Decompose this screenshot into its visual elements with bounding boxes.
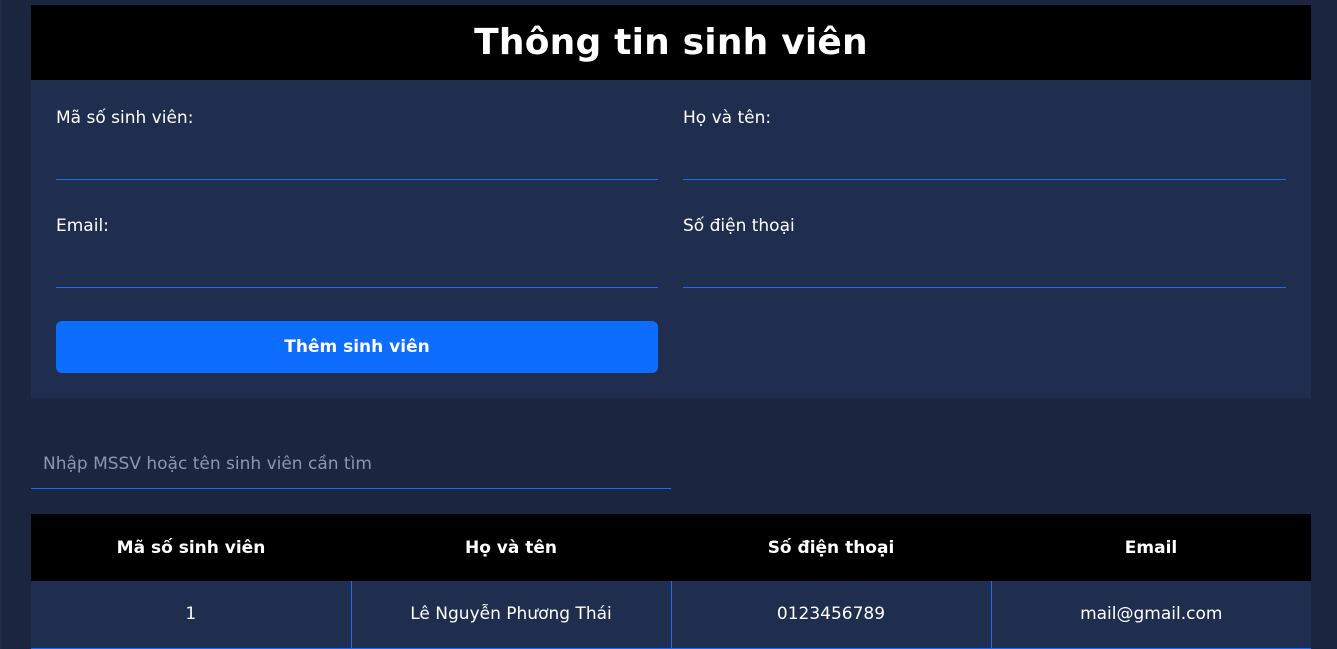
cell-student-id: 1 — [31, 581, 351, 649]
cell-full-name: Lê Nguyễn Phương Thái — [350, 581, 671, 649]
student-id-label: Mã số sinh viên: — [56, 108, 194, 128]
cell-email: mail@gmail.com — [990, 581, 1311, 649]
full-name-label: Họ và tên: — [683, 108, 772, 128]
student-form: Mã số sinh viên: Họ và tên: Email: Số đi… — [31, 80, 1311, 398]
phone-field: Số điện thoại — [683, 216, 1286, 288]
table-row[interactable]: 1 Lê Nguyễn Phương Thái 0123456789 mail@… — [31, 581, 1311, 649]
full-name-field: Họ và tên: — [683, 108, 1286, 180]
search-input[interactable] — [31, 440, 671, 489]
cell-phone: 0123456789 — [670, 581, 991, 649]
student-table: Mã số sinh viên Họ và tên Số điện thoại … — [31, 514, 1311, 649]
page-title: Thông tin sinh viên — [474, 22, 868, 63]
student-id-input[interactable] — [56, 140, 658, 180]
column-header-student-id: Mã số sinh viên — [116, 537, 266, 558]
phone-input[interactable] — [683, 248, 1286, 288]
student-id-field: Mã số sinh viên: — [56, 108, 658, 180]
email-label: Email: — [56, 216, 109, 236]
email-field: Email: — [56, 216, 658, 288]
add-student-button[interactable]: Thêm sinh viên — [56, 321, 658, 373]
phone-label: Số điện thoại — [683, 216, 795, 236]
page-header: Thông tin sinh viên — [31, 5, 1311, 80]
full-name-input[interactable] — [683, 140, 1286, 180]
table-header-row: Mã số sinh viên Họ và tên Số điện thoại … — [31, 514, 1311, 581]
email-input[interactable] — [56, 248, 658, 288]
column-header-phone: Số điện thoại — [767, 537, 895, 558]
search-bar — [31, 440, 671, 489]
column-header-full-name: Họ và tên — [464, 537, 558, 558]
column-header-email: Email — [1124, 537, 1178, 558]
